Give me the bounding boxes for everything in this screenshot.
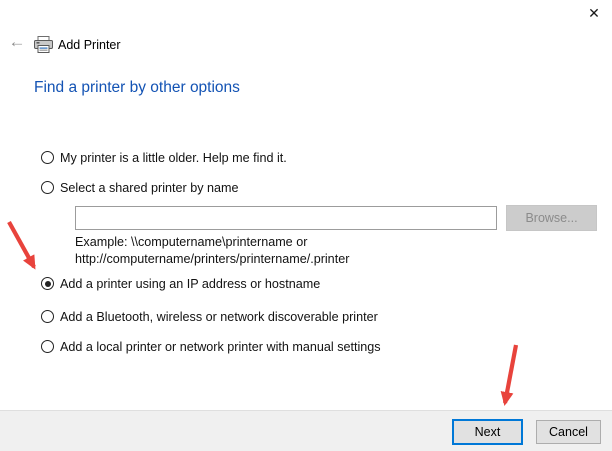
radio-option-label[interactable]: My printer is a little older. Help me fi… xyxy=(60,151,287,165)
radio-option-older-printer[interactable]: My printer is a little older. Help me fi… xyxy=(41,150,287,165)
next-button[interactable]: Next xyxy=(452,419,523,445)
arrow-to-selected-option xyxy=(9,222,34,267)
radio-option-label[interactable]: Add a printer using an IP address or hos… xyxy=(60,277,320,291)
close-icon[interactable]: ✕ xyxy=(585,4,603,22)
radio-option-shared-printer[interactable]: Select a shared printer by name xyxy=(41,180,239,195)
page-title: Find a printer by other options xyxy=(34,79,240,97)
shared-printer-name-input[interactable] xyxy=(75,206,497,230)
example-line-1: Example: \\computername\printername or xyxy=(75,234,349,251)
shared-printer-example-text: Example: \\computername\printername or h… xyxy=(75,234,349,267)
cancel-button[interactable]: Cancel xyxy=(536,420,601,444)
radio-option-local-printer-manual[interactable]: Add a local printer or network printer w… xyxy=(41,339,381,354)
arrow-to-next-button xyxy=(505,345,516,403)
radio-button-icon[interactable] xyxy=(41,340,54,353)
window-title: Add Printer xyxy=(58,38,121,52)
radio-option-label[interactable]: Add a Bluetooth, wireless or network dis… xyxy=(60,310,378,324)
radio-option-label[interactable]: Select a shared printer by name xyxy=(60,181,239,195)
printer-icon xyxy=(34,36,53,53)
radio-option-bluetooth-wireless[interactable]: Add a Bluetooth, wireless or network dis… xyxy=(41,309,378,324)
radio-option-ip-address[interactable]: Add a printer using an IP address or hos… xyxy=(41,276,320,291)
radio-button-icon[interactable] xyxy=(41,277,54,290)
radio-button-icon[interactable] xyxy=(41,151,54,164)
radio-button-icon[interactable] xyxy=(41,310,54,323)
back-arrow-icon[interactable]: ← xyxy=(7,33,27,51)
add-printer-wizard: { "window": { "title": "Add Printer", "c… xyxy=(0,0,612,451)
example-line-2: http://computername/printers/printername… xyxy=(75,251,349,268)
radio-button-icon[interactable] xyxy=(41,181,54,194)
radio-option-label[interactable]: Add a local printer or network printer w… xyxy=(60,340,381,354)
browse-button: Browse... xyxy=(506,205,597,231)
